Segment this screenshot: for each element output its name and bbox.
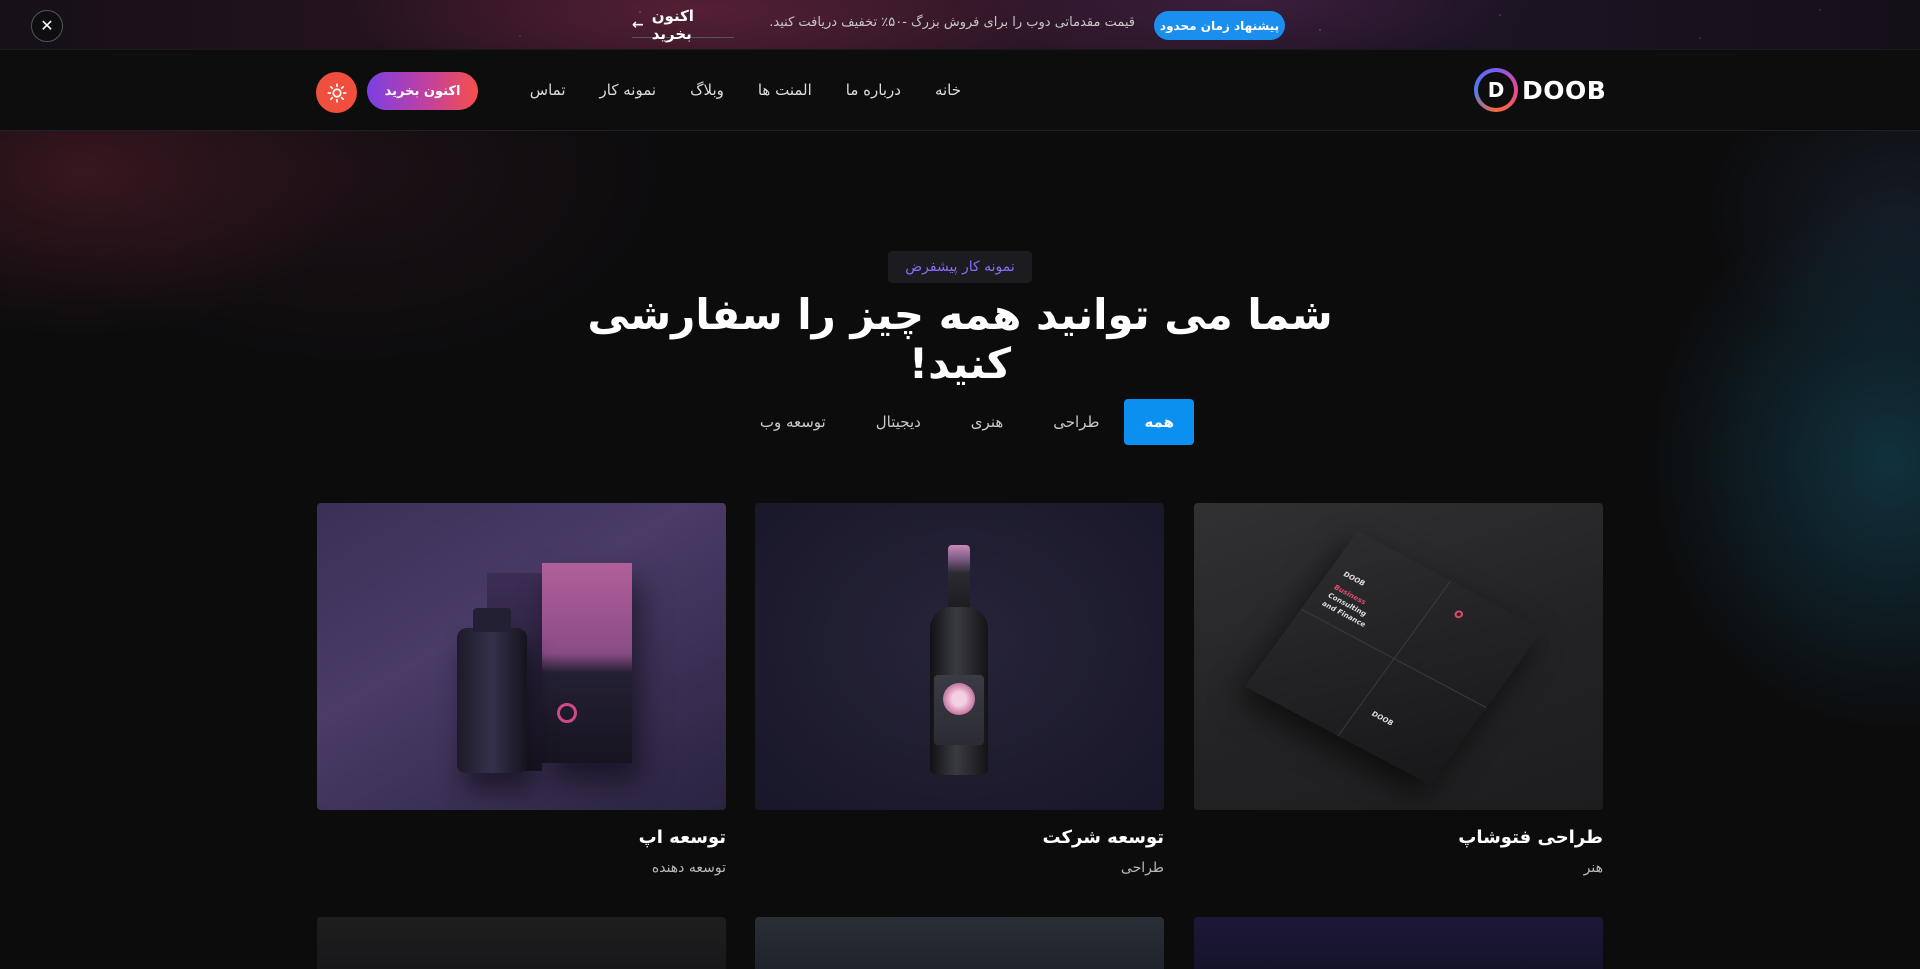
portfolio-filters: همه طراحی هنری دیجیتال توسعه وب — [724, 399, 1194, 445]
banner-message: قیمت مقدماتی دوب را برای فروش بزرگ -۵۰٪ … — [769, 15, 1135, 30]
promo-banner: ✕ ← اکنون بخرید قیمت مقدماتی دوب را برای… — [0, 0, 1920, 50]
arrow-left-icon: ← — [632, 16, 644, 33]
wine-bottle-mockup-image[interactable] — [755, 503, 1164, 810]
card-category: هنر — [1583, 860, 1603, 876]
bottle-shape — [930, 545, 988, 775]
site-logo[interactable]: D DOOB — [1474, 68, 1606, 112]
nav-item-home[interactable]: خانه — [918, 81, 978, 99]
close-banner-button[interactable]: ✕ — [31, 10, 63, 42]
portfolio-card-preview[interactable] — [1194, 917, 1603, 969]
portfolio-card[interactable]: DOOB Business Consulting and Finance DOO… — [1194, 503, 1603, 876]
filter-design[interactable]: طراحی — [1028, 399, 1124, 445]
filter-digital[interactable]: دیجیتال — [851, 399, 946, 445]
card-title[interactable]: طراحی فتوشاپ — [1194, 827, 1603, 848]
sun-icon — [326, 82, 347, 103]
logo-text: DOOB — [1522, 75, 1607, 105]
logo-letter: D — [1478, 72, 1514, 108]
portfolio-card[interactable]: توسعه اپ توسعه دهنده — [317, 503, 726, 876]
filter-art[interactable]: هنری — [946, 399, 1028, 445]
portfolio-card[interactable]: توسعه شرکت طراحی — [755, 503, 1164, 876]
card-title[interactable]: توسعه اپ — [317, 827, 726, 848]
brochure-shape: DOOB Business Consulting and Finance DOO… — [1244, 531, 1544, 785]
nav-item-elements[interactable]: المنت ها — [741, 81, 829, 99]
brochure-mockup-image[interactable]: DOOB Business Consulting and Finance DOO… — [1194, 503, 1603, 810]
portfolio-card-preview[interactable] — [755, 917, 1164, 969]
buy-now-button[interactable]: اکنون بخرید — [367, 72, 478, 110]
card-title[interactable]: توسعه شرکت — [755, 827, 1164, 848]
nav-item-about[interactable]: درباره ما — [829, 81, 918, 99]
filter-all[interactable]: همه — [1124, 399, 1194, 445]
nav-item-contact[interactable]: تماس — [513, 81, 583, 99]
card-category: طراحی — [1120, 860, 1164, 876]
bottle-shape — [457, 608, 527, 773]
nav-item-blog[interactable]: وبلاگ — [673, 81, 741, 99]
doob-logo-icon — [557, 703, 577, 723]
banner-buy-label: اکنون بخرید — [651, 6, 694, 43]
site-header: D DOOB خانه درباره ما المنت ها وبلاگ نمو… — [0, 50, 1920, 131]
nav-item-portfolio[interactable]: نمونه کار — [583, 81, 674, 99]
close-icon: ✕ — [40, 16, 54, 35]
packaging-mockup-image[interactable] — [317, 503, 726, 810]
theme-toggle-button[interactable] — [316, 72, 357, 113]
section-badge: نمونه کار پیشفرض — [888, 251, 1032, 283]
portfolio-card-preview[interactable] — [317, 917, 726, 969]
logo-mark-icon: D — [1474, 68, 1518, 112]
box-shape — [542, 563, 632, 763]
limited-offer-badge[interactable]: پیشنهاد زمان محدود — [1154, 11, 1285, 40]
page-title: شما می توانید همه چیز را سفارشی کنید! — [587, 290, 1333, 388]
banner-buy-link[interactable]: ← اکنون بخرید — [632, 7, 734, 43]
main-nav: خانه درباره ما المنت ها وبلاگ نمونه کار … — [518, 50, 978, 130]
card-category: توسعه دهنده — [651, 860, 726, 876]
filter-web-dev[interactable]: توسعه وب — [735, 399, 851, 445]
